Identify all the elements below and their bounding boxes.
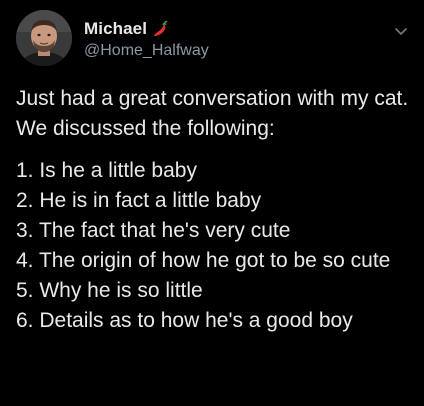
display-name-row[interactable]: Michael [84, 18, 169, 40]
profile-photo-icon [16, 10, 72, 66]
tweet-intro: Just had a great conversation with my ca… [16, 87, 409, 140]
list-item: 1. Is he a little baby [16, 159, 197, 182]
hot-pepper-icon [151, 20, 169, 38]
tweet-card: Michael @Home_Halfway Just had a great c… [0, 0, 424, 406]
list-item: 5. Why he is so little [16, 279, 203, 302]
list-item: 6. Details as to how he's a good boy [16, 309, 353, 332]
handle[interactable]: @Home_Halfway [84, 42, 209, 60]
chevron-down-icon[interactable] [394, 24, 408, 38]
display-name[interactable]: Michael [84, 19, 147, 39]
tweet-text: Just had a great conversation with my ca… [16, 84, 412, 336]
list-item: 3. The fact that he's very cute [16, 219, 291, 242]
list-item: 4. The origin of how he got to be so cut… [16, 249, 391, 272]
tweet-list: 1. Is he a little baby 2. He is in fact … [16, 156, 412, 336]
avatar[interactable] [16, 10, 72, 66]
list-item: 2. He is in fact a little baby [16, 189, 262, 212]
